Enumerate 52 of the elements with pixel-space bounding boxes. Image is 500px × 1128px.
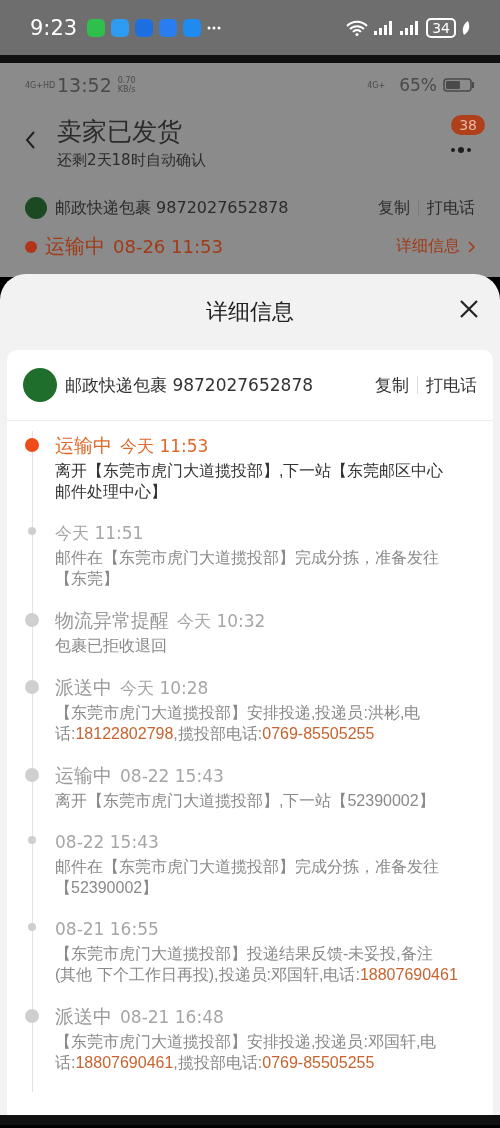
event-time: 08-21 16:48 [120, 1006, 224, 1029]
tracking-number: 邮政快递包裹 9872027652878 [65, 373, 313, 397]
event-time: 今天 10:28 [120, 677, 209, 700]
more-icon [207, 25, 222, 30]
back-icon[interactable] [25, 131, 35, 149]
copy-link[interactable]: 复制 [378, 197, 410, 219]
tracking-number: 邮政快递包裹 9872027652878 [55, 197, 289, 219]
event-status: 派送中 [55, 675, 112, 700]
leaf-icon [462, 20, 470, 35]
event-time: 今天 11:51 [55, 522, 144, 545]
event-description: 【东莞市虎门大道揽投部】投递结果反馈-未妥投,备注 (其他 下个工作日再投),投递员:邓国轩,电话:18807690461 [55, 944, 459, 985]
status-time: 08-26 11:53 [113, 236, 223, 257]
clock: 13:52 [57, 74, 112, 96]
call-link[interactable]: 打电话 [427, 197, 475, 219]
order-subtitle: 还剩2天18时自动确认 [57, 150, 206, 171]
signal-icon [374, 20, 395, 35]
close-icon[interactable] [460, 300, 478, 318]
event-status: 运输中 [55, 433, 112, 458]
chevron-icon [468, 240, 475, 253]
event-description: 离开【东莞市虎门大道揽投部】,下一站【东莞邮区中心邮件处理中心】 [55, 461, 445, 502]
copy-link[interactable]: 复制 [375, 373, 409, 397]
event-status: 运输中 [55, 763, 112, 788]
event-status: 物流异常提醒 [55, 608, 169, 633]
battery-icon [443, 78, 475, 92]
courier-logo [25, 197, 47, 219]
event-time: 今天 11:53 [120, 435, 209, 458]
sheet-title: 详细信息 [206, 298, 294, 326]
event-time: 08-22 15:43 [55, 831, 159, 854]
signal-icon [400, 20, 421, 35]
event-status: 派送中 [55, 1004, 112, 1029]
event-description: 邮件在【东莞市虎门大道揽投部】完成分拣，准备发往【东莞】 [55, 548, 440, 589]
event-description: 包裹已拒收退回 [55, 636, 168, 656]
battery-level: 34 [426, 17, 456, 38]
speed-label: 0.70 KB/s [117, 76, 136, 94]
status-label: 运输中 [45, 233, 105, 260]
more-icon[interactable] [450, 146, 472, 154]
event-description: 【东莞市虎门大道揽投部】安排投递,投递员:邓国轩,电话:18807690461,揽投部电话:0769-85505255 [55, 1032, 438, 1073]
battery-label: 65% [399, 75, 437, 95]
event-description: 【东莞市虎门大道揽投部】安排投递,投递员:洪彬,电话:18122802798,揽投部电话:0769-85505255 [55, 703, 422, 744]
network-label: 4G+ [367, 80, 387, 90]
courier-logo [23, 368, 57, 402]
event-time: 今天 10:32 [177, 610, 266, 633]
status-dot [25, 240, 37, 253]
call-link[interactable]: 打电话 [426, 373, 477, 397]
event-time: 08-22 15:43 [120, 765, 224, 788]
event-description: 离开【东莞市虎门大道揽投部】,下一站【52390002】 [55, 791, 436, 811]
count-badge: 38 [451, 115, 485, 135]
order-title: 卖家已发货 [57, 116, 183, 148]
event-description: 邮件在【东莞市虎门大道揽投部】完成分拣，准备发往【52390002】 [55, 857, 440, 898]
event-time: 08-21 16:55 [55, 918, 159, 941]
clock: 9:23 [30, 15, 78, 40]
wifi-icon [346, 19, 369, 36]
